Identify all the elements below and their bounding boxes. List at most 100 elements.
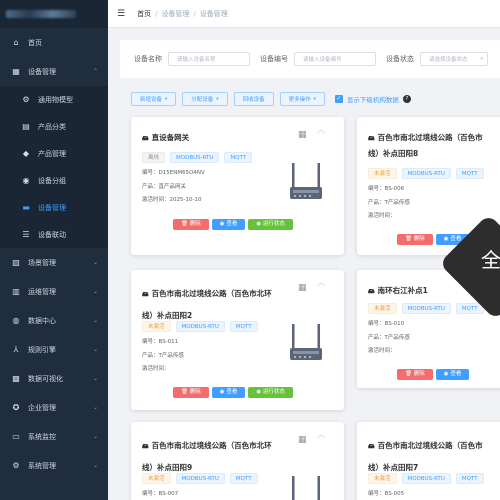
device-product-key: 产品：: [142, 352, 159, 359]
device-info: 编号：D15ENM65O4NV 产品：直产品网关 激活时间：2025-10-10: [142, 167, 205, 208]
sidebar-item-label: 系统监控: [28, 432, 56, 441]
breadcrumb-home[interactable]: 首页: [137, 9, 151, 19]
protocol-tag: MODBUS-RTU: [175, 321, 225, 332]
sidebar-item[interactable]: ▦ 设备管理 ⌃: [0, 57, 108, 86]
device-title: 🖴 百色市南北过境线公路（百色市北环 线）补点田阳2: [142, 283, 272, 326]
device-activated-key: 激活时间：: [142, 197, 170, 203]
general-model-icon: ⚙: [22, 95, 30, 104]
sidebar-item[interactable]: ▤ 产品分类: [0, 113, 108, 140]
submenu: ⚙ 通用物模型 ▤ 产品分类 ◆ 产品管理 ◉ 设备分组 ▬ 设备管理 ☰ 设备联动: [0, 86, 108, 248]
chevron-down-icon: ▾: [216, 96, 219, 102]
sidebar: ⌂ 首页 ▦ 设备管理 ⌃ ⚙ 通用物模型 ▤ 产品分类 ◆ 产品管理 ◉ 设备分组 ▬ 设备管理 ☰ 设备联动…: [0, 0, 108, 500]
chevron-down-icon: ⌄: [92, 317, 98, 324]
router-image: [290, 324, 322, 360]
menu-toggle-icon[interactable]: ☰: [117, 9, 125, 19]
more-actions-button[interactable]: 更多操作 ▾: [279, 92, 325, 106]
sidebar-item[interactable]: ▧ 场景管理 ⌄: [0, 248, 108, 277]
qrcode-icon[interactable]: ▦: [298, 283, 307, 293]
logo-blur: [6, 10, 76, 18]
device-product-key: 产品：: [368, 334, 385, 341]
view-button[interactable]: ◉ 查看: [211, 219, 246, 230]
show-sub-org-checkbox[interactable]: ✓: [334, 95, 343, 103]
view-button[interactable]: ◉ 查看: [211, 387, 246, 398]
assign-device-button[interactable]: 分配设备 ▾: [182, 92, 228, 106]
run-status-button[interactable]: ◉ 运行状态: [248, 387, 293, 398]
sidebar-item[interactable]: ⚙ 通用物模型: [0, 86, 108, 113]
status-tag: 未激活: [368, 473, 397, 484]
recycle-device-label: 回收设备: [242, 97, 265, 103]
device-type-icon: 🖴: [368, 287, 375, 295]
device-code-row: 编号：BS-011: [142, 336, 184, 350]
device-code-input[interactable]: 请输入设备编号: [294, 52, 376, 66]
toolbar: 新增设备 ▾ 分配设备 ▾ 回收设备 更多操作 ▾ ✓ 显示下级机构数据 ?: [131, 92, 411, 106]
chevron-down-icon: ⌄: [92, 433, 98, 440]
sidebar-item[interactable]: ◍ 数据中心 ⌄: [0, 306, 108, 335]
delete-label: 删除: [413, 371, 425, 377]
sidebar-item[interactable]: ⚙ 系统管理 ⌄: [0, 451, 108, 480]
device-card[interactable]: 🖴 百色市南北过境线公路（百色市北环 线）补点田阳9 未激活 MODBUS-RTU…: [131, 422, 344, 500]
help-icon[interactable]: ?: [402, 95, 411, 103]
sidebar-item[interactable]: ▬ 设备管理: [0, 194, 108, 221]
device-type-icon: 🖴: [142, 290, 149, 298]
device-product-row: 产品：T产品传感: [368, 332, 410, 346]
device-title-text: 百色市南北过境线公路（百色市: [377, 133, 483, 142]
delete-button[interactable]: 🗑 删除: [173, 387, 209, 398]
run-status-button[interactable]: ◉ 运行状态: [248, 219, 293, 230]
device-info: 编号：BS-005: [368, 488, 404, 500]
sidebar-item-label: 数据中心: [28, 316, 56, 325]
device-card[interactable]: 🖴 直设备网关 离线 MODBUS-RTU MQTT 编号：D15ENM65O4N…: [131, 117, 344, 255]
sidebar-item[interactable]: ▩ 数据可视化 ⌄: [0, 364, 108, 393]
sidebar-item[interactable]: ▥ 运维管理 ⌄: [0, 277, 108, 306]
device-product-row: 产品：直产品网关: [142, 181, 205, 195]
device-product-key: 产品：: [368, 199, 385, 206]
device-activated-row: 激活时间：: [142, 363, 184, 377]
card-actions: 🗑 删除 ◉ 查看: [397, 369, 472, 380]
view-button[interactable]: ◉ 查看: [435, 369, 470, 380]
device-product-value: T产品传感: [384, 199, 410, 206]
device-info: 编号：BS-010 产品：T产品传感 激活时间：: [368, 318, 410, 359]
sidebar-item[interactable]: ◆ 产品管理: [0, 140, 108, 167]
sidebar-item[interactable]: ▭ 系统监控 ⌄: [0, 422, 108, 451]
view-label: 查看: [226, 221, 238, 227]
qrcode-icon[interactable]: ▦: [298, 130, 307, 140]
delete-button[interactable]: 🗑 删除: [397, 234, 433, 245]
chevron-down-icon: ▾: [313, 96, 316, 102]
delete-button[interactable]: 🗑 删除: [173, 219, 209, 230]
top-bar: ☰ 首页 / 设备管理 / 设备管理: [108, 0, 500, 28]
delete-button[interactable]: 🗑 删除: [397, 369, 433, 380]
recycle-device-button[interactable]: 回收设备: [233, 92, 274, 106]
device-type-icon: 🖴: [368, 442, 375, 450]
device-info: 编号：BS-011 产品：T产品传感 激活时间：: [142, 336, 184, 377]
wifi-icon: ◠: [317, 434, 325, 444]
sidebar-item[interactable]: ☰ 设备联动: [0, 221, 108, 248]
delete-label: 删除: [189, 221, 201, 227]
breadcrumb-current: 设备管理: [199, 9, 228, 18]
sidebar-item[interactable]: ⅄ 规则引擎 ⌄: [0, 335, 108, 364]
device-status-select[interactable]: 请选择设备状态 ▾: [420, 52, 488, 66]
qrcode-icon[interactable]: ▦: [298, 435, 307, 445]
show-sub-org-label: 显示下级机构数据: [346, 96, 399, 104]
tag-group: 离线 MODBUS-RTU MQTT: [142, 152, 257, 163]
sidebar-item[interactable]: ✪ 企业管理 ⌄: [0, 393, 108, 422]
device-card[interactable]: 🖴 百色市南北过境线公路（百色市北环 线）补点田阳2 未激活 MODBUS-RTU…: [131, 270, 344, 410]
sidebar-item[interactable]: ⌂ 首页: [0, 28, 108, 57]
protocol-tag: MODBUS-RTU: [401, 168, 451, 179]
device-title-line1: 🖴 百色市南北过境线公路（百色市北环: [142, 283, 272, 305]
device-code-value: BS-005: [384, 491, 405, 497]
device-code-row: 编号：BS-007: [142, 488, 178, 500]
sidebar-item[interactable]: ◉ 设备分组: [0, 167, 108, 194]
card-actions: 🗑 删除 ◉ 查看 ◉ 运行状态: [173, 219, 296, 230]
add-device-button[interactable]: 新增设备 ▾: [131, 92, 177, 106]
status-tag: 未激活: [142, 321, 171, 332]
enterprise-icon: ✪: [12, 403, 20, 412]
device-name-input[interactable]: 请输入设备名称: [168, 52, 250, 66]
device-title-text: 南环右江补点1: [377, 286, 428, 295]
device-code-row: 编号：BS-005: [368, 488, 404, 500]
device-code-value: BS-006: [384, 186, 405, 192]
breadcrumb-device-mgmt[interactable]: 设备管理: [161, 9, 189, 19]
transport-tag: MQTT: [229, 473, 258, 484]
device-product-value: T产品传感: [158, 352, 184, 359]
device-activated-key: 激活时间：: [142, 366, 170, 372]
device-code-value: BS-011: [158, 339, 179, 345]
device-card[interactable]: 🖴 百色市南北过境线公路（百色市 线）补点田阳7 未激活 MODBUS-RTU M…: [357, 422, 500, 500]
